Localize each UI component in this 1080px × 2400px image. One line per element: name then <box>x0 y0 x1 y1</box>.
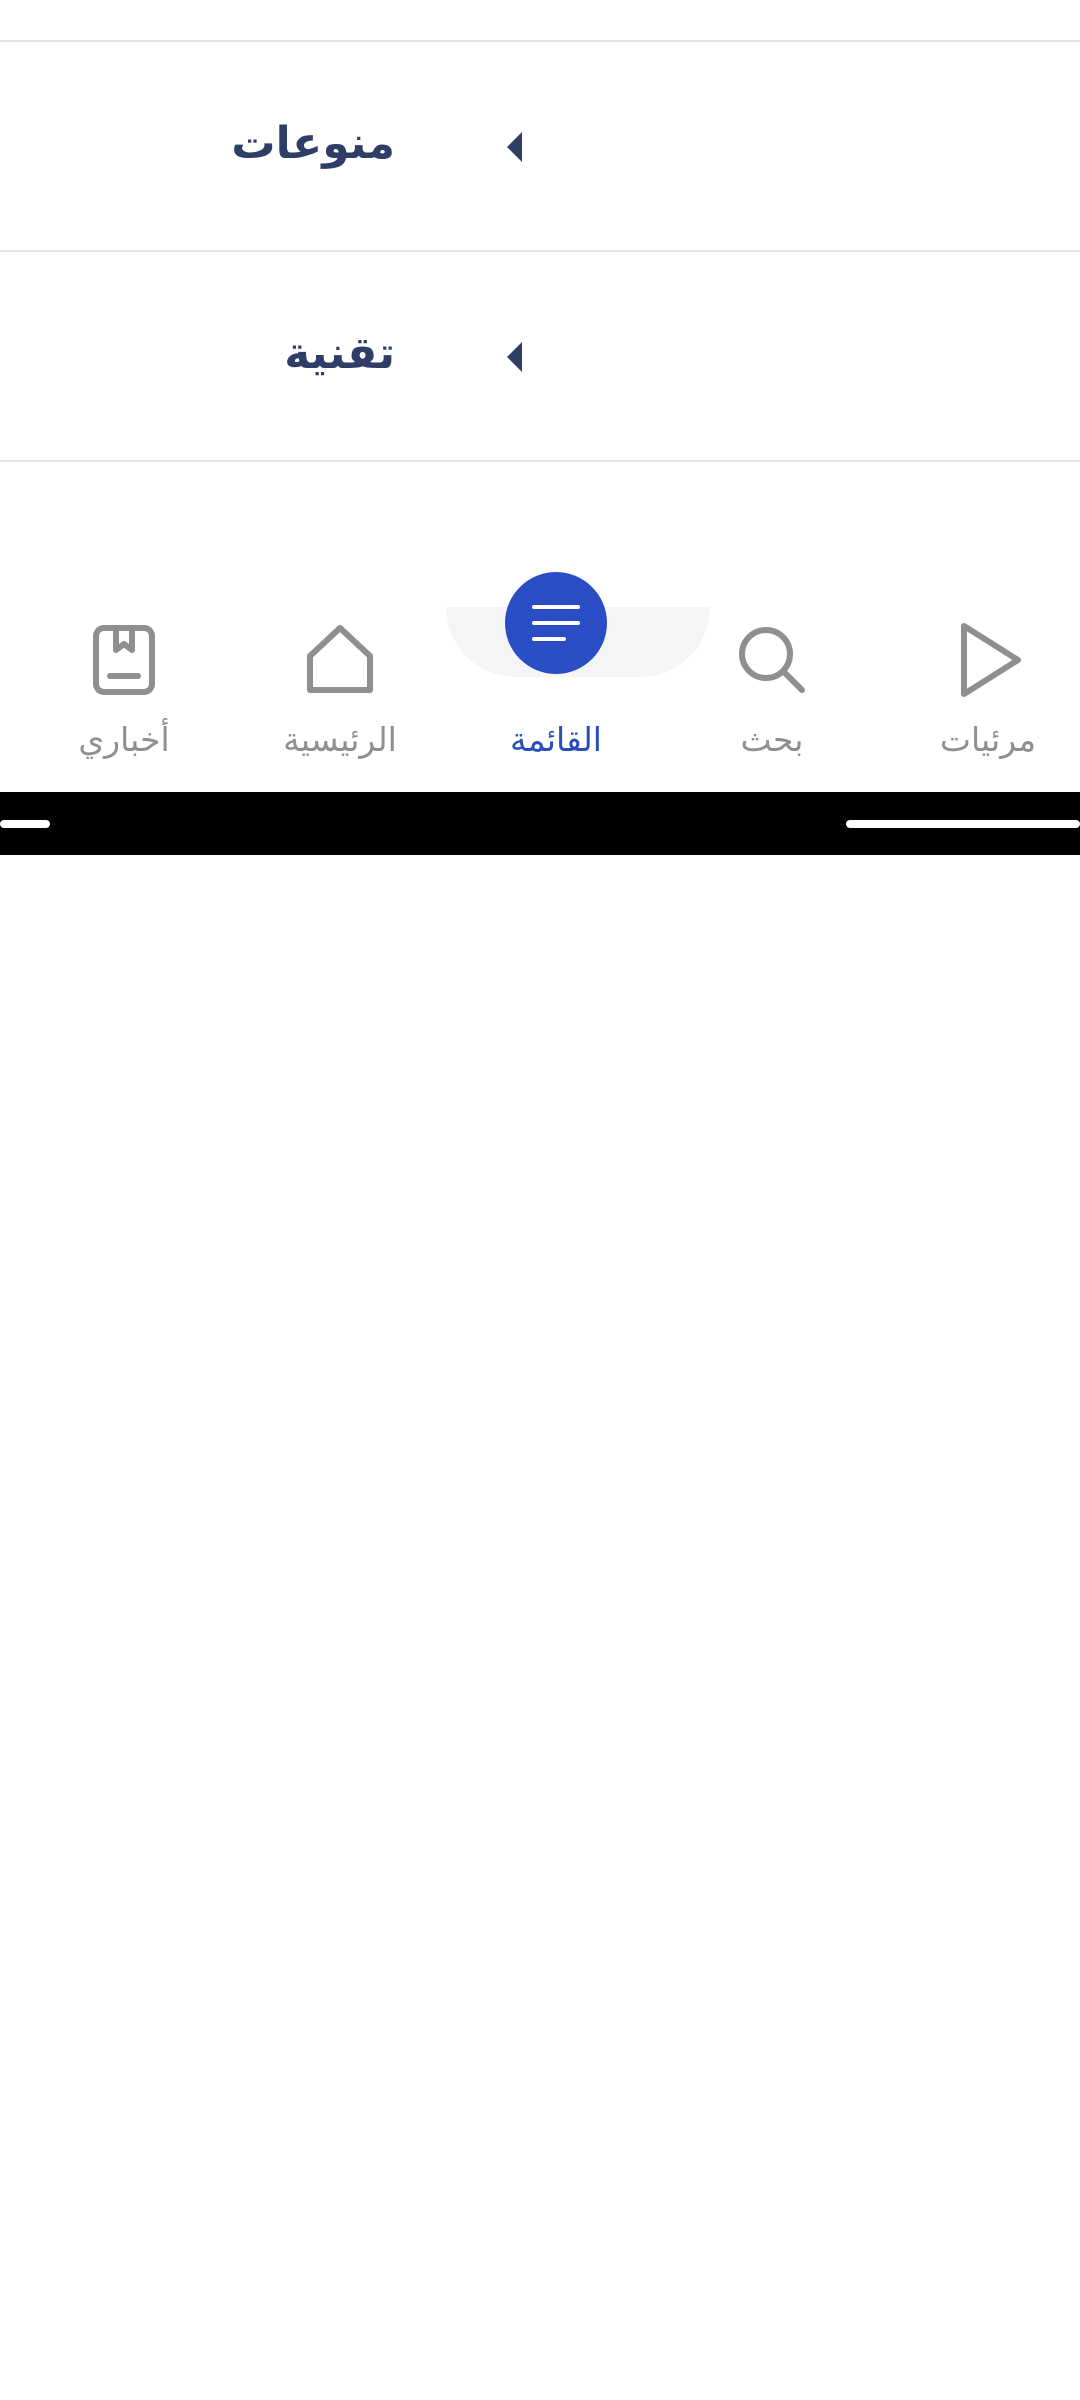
search-icon <box>739 627 805 693</box>
menu-item-label: منوعات <box>231 118 395 169</box>
menu-lines-icon <box>532 605 580 641</box>
gesture-pill <box>0 820 50 828</box>
caret-left-icon <box>507 132 522 162</box>
nav-item-search[interactable]: بحث <box>664 560 880 792</box>
menu-item-partial[interactable] <box>0 462 1080 562</box>
menu-item-technology[interactable]: تقنية <box>0 252 1080 462</box>
nav-item-videos[interactable]: مرئيات <box>880 560 1080 792</box>
menu-item-label: تقنية <box>284 328 395 379</box>
nav-label: أخباري <box>78 720 170 759</box>
menu-item-varieties[interactable]: منوعات <box>0 42 1080 252</box>
nav-item-my-news[interactable]: أخباري <box>16 560 232 792</box>
nav-label: مرئيات <box>939 720 1037 759</box>
bottom-navigation-bar: أخباري الرئيسية القائمة بحث مرئيات <box>0 560 1080 792</box>
menu-fab-button[interactable] <box>505 572 607 674</box>
home-icon <box>307 625 373 693</box>
nav-label: بحث <box>740 720 804 759</box>
screen: منوعات تقنية أخباري الرئيسية القائمة بحث… <box>0 0 1080 2400</box>
nav-item-menu[interactable]: القائمة <box>448 560 664 792</box>
nav-item-home[interactable]: الرئيسية <box>232 560 448 792</box>
nav-label: القائمة <box>510 720 602 759</box>
bookmark-book-icon <box>93 625 155 695</box>
play-icon <box>961 623 1021 697</box>
caret-left-icon <box>507 342 522 372</box>
system-gesture-bar <box>0 792 1080 855</box>
nav-label: الرئيسية <box>283 720 397 759</box>
gesture-pill[interactable] <box>846 820 1080 828</box>
